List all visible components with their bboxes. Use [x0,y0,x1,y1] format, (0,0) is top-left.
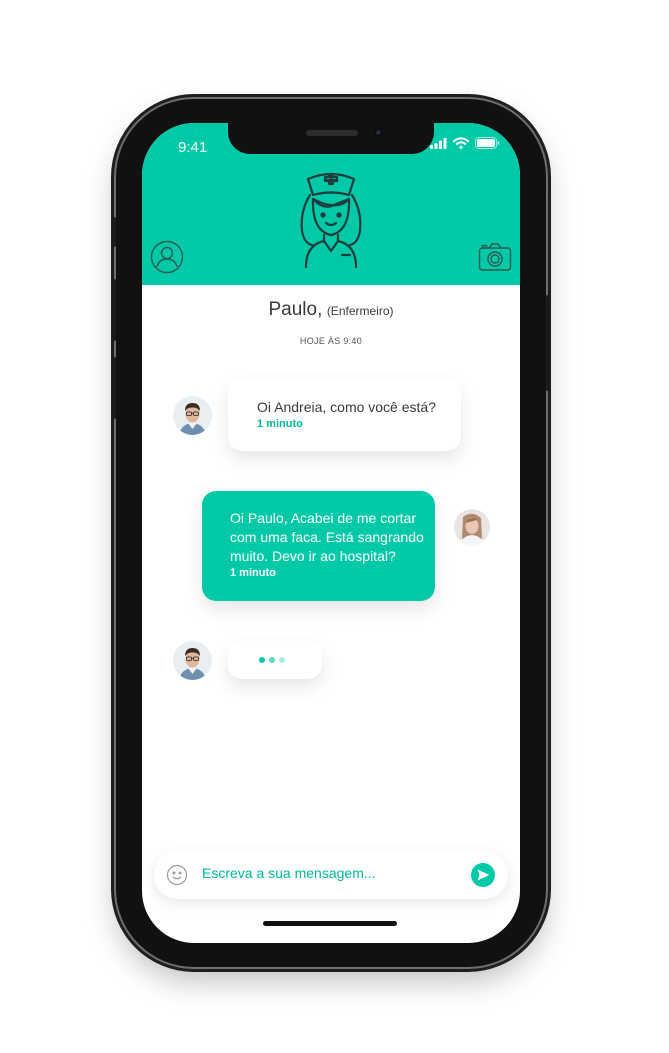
screen: 9:41 Paulo, (Enfermeiro) HOJE ÀS 9:40 Oi… [142,123,520,943]
front-camera [374,128,383,137]
message-time: 1 minuto [257,418,303,430]
typing-indicator [228,641,322,679]
typing-dot [259,657,265,663]
side-button [546,295,550,391]
man-avatar-icon [173,396,212,435]
wifi-icon [453,137,469,149]
contact-avatar[interactable] [173,641,212,680]
user-avatar[interactable] [454,509,490,545]
signal-icon [430,137,447,149]
home-indicator[interactable] [263,921,397,926]
profile-icon[interactable] [150,240,184,274]
man-avatar-icon [173,641,212,680]
message-line: Oi Paulo, Acabei de me cortar [230,510,416,526]
contact-avatar[interactable] [173,396,212,435]
phone-frame: 9:41 Paulo, (Enfermeiro) HOJE ÀS 9:40 Oi… [112,99,550,967]
status-icons [430,137,500,149]
message-bubble-incoming[interactable]: Oi Andreia, como você está? 1 minuto [228,378,461,451]
battery-icon [475,137,500,149]
emoji-icon[interactable] [166,864,188,886]
nurse-mascot-icon [300,172,362,269]
message-bubble-outgoing[interactable]: Oi Paulo, Acabei de me cortar com uma fa… [202,491,435,601]
volume-down-button [112,357,116,419]
speaker [306,130,358,136]
camera-icon[interactable] [478,242,512,272]
typing-dot [269,657,275,663]
notch [228,123,434,154]
chat-header: 9:41 [142,123,520,285]
message-time: 1 minuto [230,567,276,579]
conversation-timestamp: HOJE ÀS 9:40 [299,336,363,346]
send-icon[interactable] [471,863,495,887]
message-input[interactable] [202,865,462,881]
silent-switch [112,217,116,247]
typing-dot [279,657,285,663]
contact-name: Paulo, [268,299,323,320]
volume-up-button [112,279,116,341]
message-line: muito. Devo ir ao hospital? [230,548,396,564]
status-time: 9:41 [178,139,208,156]
woman-avatar-icon [454,509,490,545]
message-text: Oi Andreia, como você está? [257,399,436,415]
contact-title: Paulo, (Enfermeiro) [142,299,520,321]
message-composer [154,851,508,899]
message-line: com uma faca. Está sangrando [230,529,424,545]
contact-role: (Enfermeiro) [326,304,394,318]
